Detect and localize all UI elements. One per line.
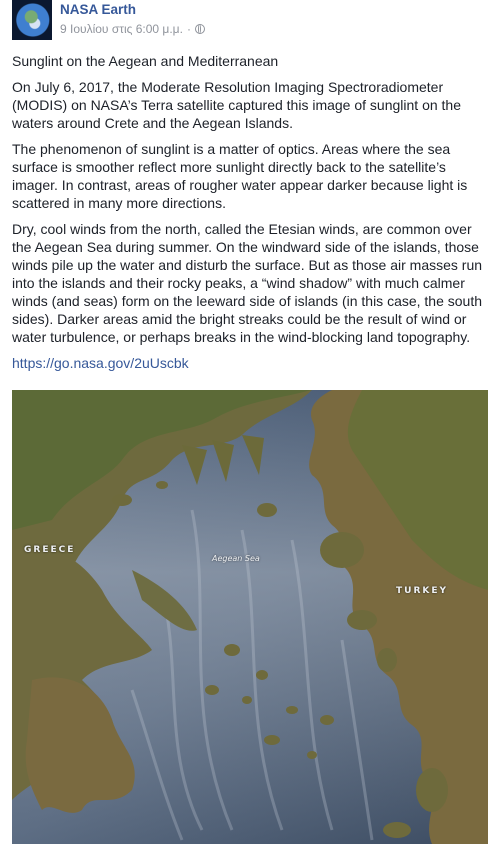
facebook-post: NASA Earth 9 Ιουλίου στις 6:00 μ.μ. · Su… (0, 0, 500, 844)
post-paragraph-3: Dry, cool winds from the north, called t… (12, 221, 483, 345)
post-paragraph-1: On July 6, 2017, the Moderate Resolution… (12, 79, 461, 131)
post-timestamp[interactable]: 9 Ιουλίου στις 6:00 μ.μ. (60, 22, 183, 36)
sunglint-map (12, 390, 488, 844)
post-title: Sunglint on the Aegean and Mediterranean (12, 53, 279, 69)
globe-icon[interactable] (194, 24, 205, 34)
map-label-turkey: TURKEY (396, 586, 449, 596)
map-label-aegean-sea: Aegean Sea (212, 554, 260, 563)
author-name[interactable]: NASA Earth (60, 2, 136, 17)
nasa-earth-avatar[interactable] (12, 0, 52, 40)
post-header: NASA Earth 9 Ιουλίου στις 6:00 μ.μ. · (12, 0, 488, 40)
post-meta: 9 Ιουλίου στις 6:00 μ.μ. · (60, 22, 205, 36)
meta-separator: · (186, 22, 191, 36)
post-link[interactable]: https://go.nasa.gov/2uUscbk (12, 354, 488, 372)
post-text: Sunglint on the Aegean and Mediterranean… (12, 52, 488, 372)
satellite-image[interactable]: GREECE Aegean Sea TURKEY (12, 390, 488, 844)
post-paragraph-2: The phenomenon of sunglint is a matter o… (12, 141, 468, 211)
map-label-greece: GREECE (24, 545, 76, 555)
